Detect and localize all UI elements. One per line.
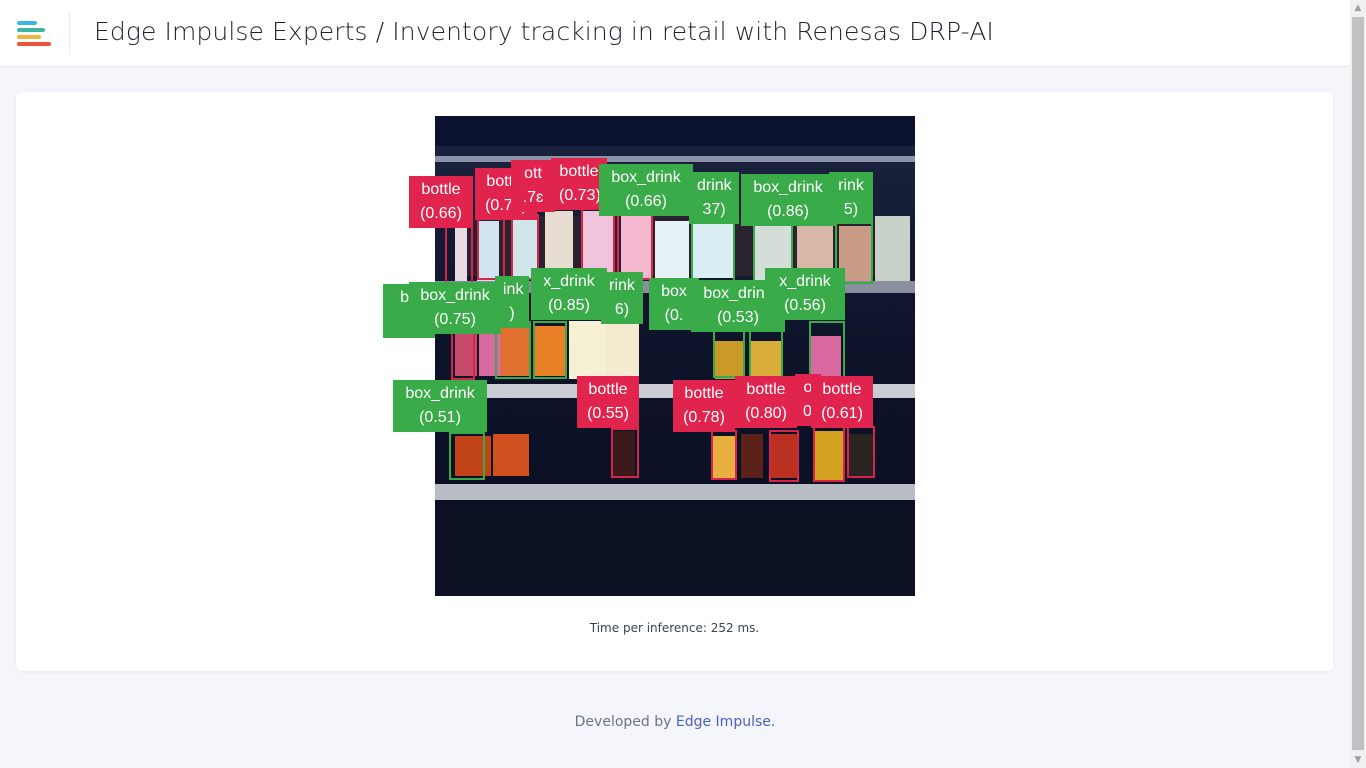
footer: Developed by Edge Impulse. xyxy=(0,714,1350,730)
scrollbar-thumb[interactable] xyxy=(1352,17,1364,750)
edge-impulse-link[interactable]: Edge Impulse. xyxy=(676,714,775,730)
detection-box xyxy=(445,226,473,286)
detection-label: bottle (0.78) xyxy=(673,380,735,432)
edge-impulse-logo-icon[interactable] xyxy=(17,21,53,47)
detection-label: bottle (0.61) xyxy=(811,376,873,428)
scroll-down-arrow-icon[interactable]: ▼ xyxy=(1350,752,1366,768)
page-title: Edge Impulse Experts / Inventory trackin… xyxy=(94,17,994,46)
detection-label: box_drink (0.86) xyxy=(741,174,835,226)
detection-label: bottle (0.80) xyxy=(735,376,797,428)
detection-box xyxy=(477,218,505,280)
detection-box xyxy=(847,426,875,478)
detection-box xyxy=(611,428,639,478)
camera-feed: bottle (0.66) bottle (0.70) ott .7ɛ bottle(… xyxy=(383,116,915,596)
detection-box xyxy=(749,326,783,378)
detection-label: bottle (0.66) xyxy=(409,176,473,228)
detection-box xyxy=(533,321,567,379)
top-header: Edge Impulse Experts / Inventory trackin… xyxy=(0,0,1350,67)
detection-label: box_drink (0.51) xyxy=(393,380,487,432)
inference-time: Time per inference: 252 ms. xyxy=(589,621,760,635)
detection-box xyxy=(711,430,737,480)
detection-label: drink 37) xyxy=(689,172,739,224)
detection-label: rink 6) xyxy=(601,272,643,324)
detection-box xyxy=(769,430,799,482)
detection-label: box_drink (0.75) xyxy=(409,282,501,334)
scroll-up-arrow-icon[interactable]: ▲ xyxy=(1350,0,1366,16)
detection-label: rink 5) xyxy=(829,172,873,224)
detection-label: bottle (0.55) xyxy=(577,376,639,428)
detection-box xyxy=(451,328,475,380)
detection-label: x_drink (0.56) xyxy=(765,268,845,320)
detection-box xyxy=(809,321,845,381)
detection-box xyxy=(691,214,735,282)
detection-label: ink) xyxy=(495,276,529,328)
inference-card: bottle (0.66) bottle (0.70) ott .7ɛ bottle(… xyxy=(16,92,1333,671)
detection-box xyxy=(617,214,653,280)
header-divider xyxy=(69,12,70,54)
detection-box xyxy=(713,326,745,378)
detection-box xyxy=(813,426,845,482)
detection-box xyxy=(449,432,485,480)
detection-label: x_drink (0.85) xyxy=(531,268,607,320)
vertical-scrollbar[interactable]: ▲ ▼ xyxy=(1350,0,1366,768)
detection-label: box_drink (0.66) xyxy=(599,164,693,216)
footer-prefix: Developed by xyxy=(574,714,676,730)
detection-label: ott .7ɛ xyxy=(511,160,555,212)
